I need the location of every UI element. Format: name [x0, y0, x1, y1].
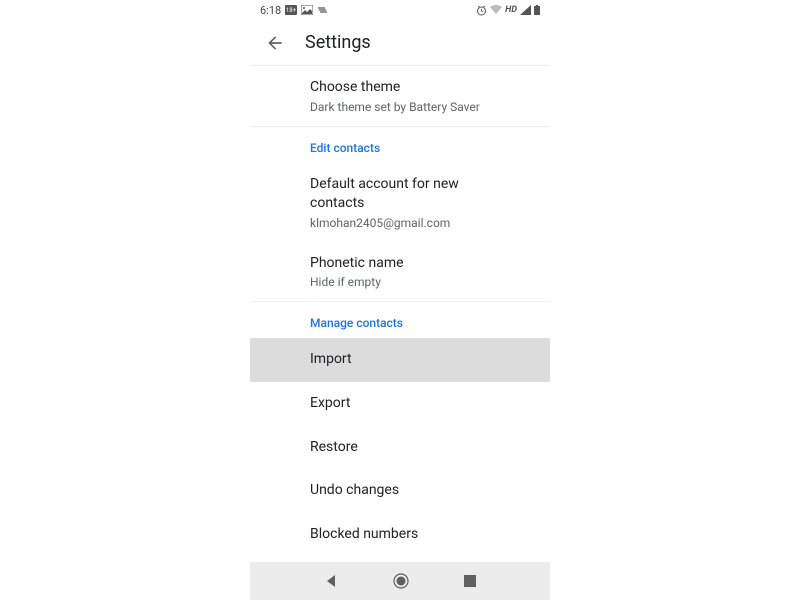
app-header: Settings [250, 20, 550, 66]
item-title: Choose theme [310, 78, 490, 98]
content-area: Choose theme Dark theme set by Battery S… [250, 66, 550, 562]
nav-home-button[interactable] [393, 573, 409, 589]
edit-contacts-header: Edit contacts [250, 127, 550, 163]
item-subtitle: Hide if empty [310, 275, 490, 289]
item-title: Restore [310, 438, 490, 458]
page-title: Settings [305, 32, 371, 53]
restore-item[interactable]: Restore [250, 426, 550, 470]
choose-theme-item[interactable]: Choose theme Dark theme set by Battery S… [250, 66, 550, 126]
navigation-bar [250, 562, 550, 600]
wifi-icon [490, 5, 502, 15]
item-subtitle: Dark theme set by Battery Saver [310, 100, 490, 114]
default-account-item[interactable]: Default account for new contacts klmohan… [250, 163, 550, 242]
nav-recents-button[interactable] [464, 575, 476, 587]
undo-changes-item[interactable]: Undo changes [250, 469, 550, 513]
notification-icon-1: 18+ [285, 5, 297, 15]
nav-back-button[interactable] [324, 574, 338, 588]
export-item[interactable]: Export [250, 382, 550, 426]
item-title: Blocked numbers [310, 525, 490, 545]
signal-icon [520, 5, 531, 15]
item-title: Undo changes [310, 481, 490, 501]
battery-icon [534, 5, 540, 15]
alarm-icon [476, 5, 487, 16]
item-title: Phonetic name [310, 254, 490, 274]
hd-indicator: HD [505, 5, 517, 15]
status-right: HD [476, 5, 540, 16]
status-bar: 6:18 18+ HD [250, 0, 550, 20]
status-left: 6:18 18+ [260, 4, 329, 17]
item-title: Default account for new contacts [310, 175, 490, 214]
import-item[interactable]: Import [250, 338, 550, 382]
svg-text:18+: 18+ [286, 7, 297, 14]
blocked-numbers-item[interactable]: Blocked numbers [250, 513, 550, 557]
manage-contacts-header: Manage contacts [250, 302, 550, 338]
item-subtitle: klmohan2405@gmail.com [310, 216, 490, 230]
phone-screen: 6:18 18+ HD [250, 0, 550, 600]
notification-icon-2 [317, 5, 329, 15]
phonetic-name-item[interactable]: Phonetic name Hide if empty [250, 242, 550, 302]
back-button[interactable] [265, 33, 285, 53]
status-time: 6:18 [260, 4, 281, 17]
item-title: Export [310, 394, 490, 414]
image-icon [301, 5, 313, 15]
item-title: Import [310, 350, 490, 370]
